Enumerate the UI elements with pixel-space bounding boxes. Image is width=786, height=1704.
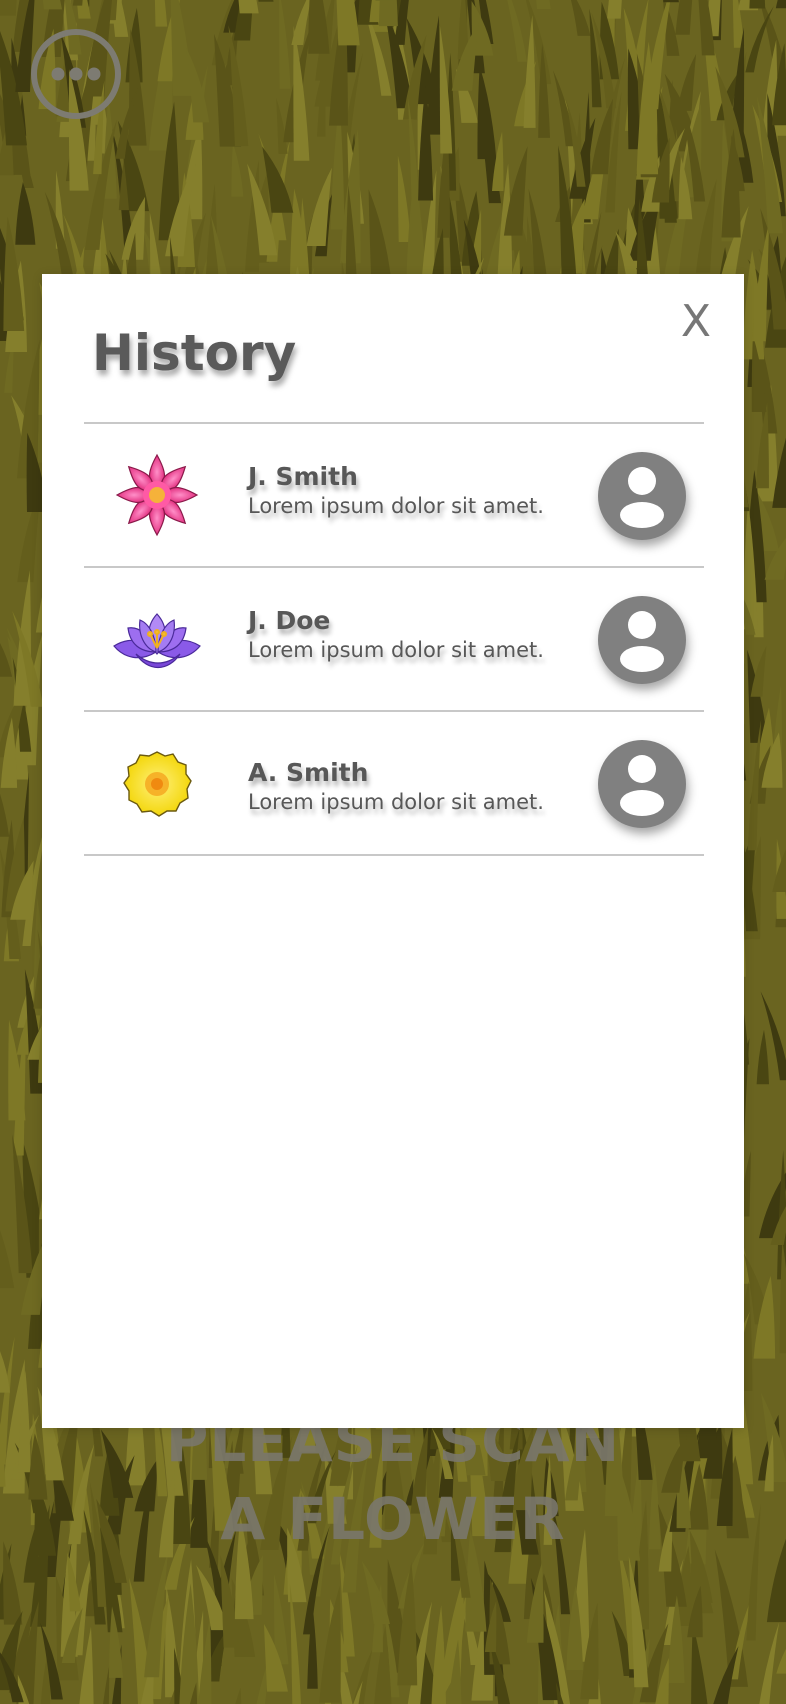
grass-blade — [378, 0, 398, 27]
history-item-description: Lorem ipsum dolor sit amet. — [248, 638, 544, 662]
grass-blade — [103, 1664, 110, 1704]
grass-blade — [675, 0, 693, 35]
grass-blade — [536, 0, 551, 10]
grass-blade — [231, 143, 244, 197]
grass-blade — [368, 189, 392, 283]
more-horizontal-icon — [31, 29, 121, 119]
grass-blade — [477, 65, 497, 160]
grass-blade — [431, 1605, 446, 1704]
grass-blade — [0, 1230, 15, 1289]
history-item-description: Lorem ipsum dolor sit amet. — [248, 790, 544, 814]
history-item[interactable]: J. Smith Lorem ipsum dolor sit amet. — [84, 424, 704, 568]
history-item-name: A. Smith — [248, 758, 369, 787]
grass-blade — [15, 182, 36, 245]
grass-blade — [759, 1622, 780, 1704]
menu-button[interactable] — [30, 28, 122, 120]
history-item[interactable]: A. Smith Lorem ipsum dolor sit amet. — [84, 712, 704, 856]
history-item-name: J. Smith — [248, 462, 358, 491]
grass-blade — [525, 0, 552, 85]
grass-blade — [756, 1029, 769, 1085]
grass-blade — [590, 98, 613, 175]
grass-blade — [42, 0, 62, 10]
grass-blade — [235, 1687, 242, 1704]
grass-blade — [749, 0, 766, 9]
pink-flower-icon — [115, 453, 199, 537]
history-item-text: J. Smith Lorem ipsum dolor sit amet. — [248, 462, 578, 520]
grass-blade — [397, 155, 411, 242]
grass-blade — [170, 0, 193, 96]
grass-blade — [308, 0, 330, 54]
grass-blade — [154, 0, 168, 27]
avatar-icon[interactable] — [598, 740, 686, 828]
grass-blade — [570, 0, 591, 36]
scan-prompt-line2: A FLOWER — [220, 1485, 566, 1553]
history-item-name: J. Doe — [248, 606, 331, 635]
avatar-icon[interactable] — [598, 596, 686, 684]
grass-blade — [775, 0, 786, 9]
modal-title: History — [92, 324, 297, 382]
grass-blade — [663, 0, 679, 3]
close-button[interactable]: X — [676, 298, 716, 346]
grass-blade — [319, 1585, 341, 1703]
history-item-description: Lorem ipsum dolor sit amet. — [248, 494, 544, 518]
purple-lotus-icon — [113, 613, 201, 669]
grass-blade — [507, 0, 527, 62]
history-item[interactable]: J. Doe Lorem ipsum dolor sit amet. — [84, 568, 704, 712]
grass-blade — [677, 54, 697, 111]
grass-blade — [607, 0, 622, 19]
grass-blade — [279, 0, 291, 89]
history-item-text: J. Doe Lorem ipsum dolor sit amet. — [248, 606, 578, 664]
avatar-icon[interactable] — [598, 452, 686, 540]
history-modal: History X J. Smith Lorem ipsum dolor sit… — [42, 274, 744, 1428]
history-list: J. Smith Lorem ipsum dolor sit amet. J. … — [84, 422, 704, 856]
history-item-text: A. Smith Lorem ipsum dolor sit amet. — [248, 758, 578, 816]
yellow-flower-icon — [123, 751, 192, 817]
